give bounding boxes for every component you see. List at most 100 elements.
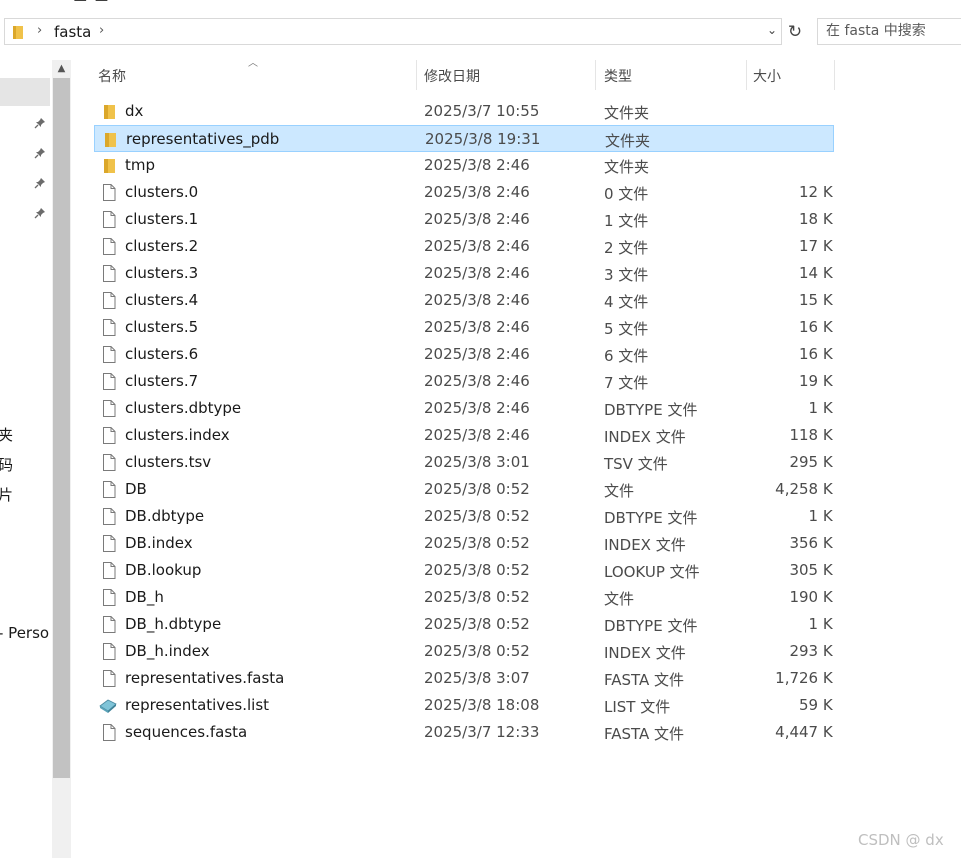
file-date: 2025/3/8 3:07 [424, 669, 530, 687]
table-row[interactable]: sequences.fasta 2025/3/7 12:33 FASTA 文件 4,4… [94, 719, 834, 746]
table-row[interactable]: clusters.5 2025/3/8 2:46 5 文件 16 KB [94, 314, 834, 341]
column-divider[interactable] [834, 60, 835, 90]
file-size: 295 KB [789, 453, 843, 471]
column-size[interactable]: 大小 [753, 66, 781, 86]
table-row[interactable]: DB.lookup 2025/3/8 0:52 LOOKUP 文件 305 KB [94, 557, 834, 584]
file-name[interactable]: DB_h.index [125, 642, 210, 660]
pin-icon[interactable] [34, 177, 46, 189]
search-box[interactable] [817, 18, 961, 45]
folder-icon [13, 26, 23, 39]
table-row[interactable]: clusters.7 2025/3/8 2:46 7 文件 19 KB [94, 368, 834, 395]
table-row[interactable]: DB.dbtype 2025/3/8 0:52 DBTYPE 文件 1 KB [94, 503, 834, 530]
file-icon [102, 535, 116, 552]
search-input[interactable] [818, 19, 961, 43]
chevron-right-icon[interactable]: › [99, 23, 104, 38]
pin-icon[interactable] [34, 207, 46, 219]
nav-item-label[interactable]: - Perso [0, 624, 49, 642]
file-name[interactable]: clusters.dbtype [125, 399, 241, 417]
breadcrumb-fasta[interactable]: fasta [54, 23, 91, 41]
table-row[interactable]: dx 2025/3/7 10:55 文件夹 [94, 98, 834, 125]
file-name[interactable]: clusters.4 [125, 291, 198, 309]
file-name[interactable]: clusters.7 [125, 372, 198, 390]
chevron-right-icon[interactable]: › [37, 23, 42, 38]
file-name[interactable]: clusters.0 [125, 183, 198, 201]
table-row[interactable]: clusters.4 2025/3/8 2:46 4 文件 15 KB [94, 287, 834, 314]
file-type: FASTA 文件 [604, 671, 685, 689]
table-row[interactable]: clusters.3 2025/3/8 2:46 3 文件 14 KB [94, 260, 834, 287]
file-size: 190 KB [789, 588, 843, 606]
file-type: 4 文件 [604, 293, 649, 311]
file-name[interactable]: DB.lookup [125, 561, 201, 579]
table-row[interactable]: representatives.fasta 2025/3/8 3:07 FASTA … [94, 665, 834, 692]
file-date: 2025/3/8 2:46 [424, 210, 530, 228]
table-row[interactable]: clusters.0 2025/3/8 2:46 0 文件 12 KB [94, 179, 834, 206]
refresh-icon[interactable]: ↻ [786, 22, 804, 42]
file-icon [102, 265, 116, 282]
file-name[interactable]: clusters.5 [125, 318, 198, 336]
column-divider[interactable] [595, 60, 596, 90]
table-row-selected[interactable]: representatives_pdb 2025/3/8 19:31 文件夹 [94, 125, 834, 152]
table-row[interactable]: representatives.list 2025/3/8 18:08 LIST 文… [94, 692, 834, 719]
file-name[interactable]: DB [125, 480, 147, 498]
table-row[interactable]: tmp 2025/3/8 2:46 文件夹 [94, 152, 834, 179]
table-row[interactable]: DB 2025/3/8 0:52 文件 4,258 KB [94, 476, 834, 503]
table-row[interactable]: clusters.dbtype 2025/3/8 2:46 DBTYPE 文件 1 K… [94, 395, 834, 422]
nav-item-label[interactable]: 片 [0, 484, 13, 505]
file-date: 2025/3/8 0:52 [424, 507, 530, 525]
nav-item-label[interactable]: 夹 [0, 424, 13, 445]
file-icon [102, 319, 116, 336]
file-size: 305 KB [789, 561, 843, 579]
file-name[interactable]: DB_h [125, 588, 164, 606]
top-fragment: · · — — [20, 0, 108, 8]
scroll-thumb[interactable] [53, 78, 70, 778]
column-divider[interactable] [746, 60, 747, 90]
table-row[interactable]: clusters.1 2025/3/8 2:46 1 文件 18 KB [94, 206, 834, 233]
file-type: FASTA 文件 [604, 725, 685, 743]
pin-icon[interactable] [34, 117, 46, 129]
nav-scrollbar[interactable]: ▲ [52, 60, 71, 858]
file-name[interactable]: representatives_pdb [126, 130, 279, 148]
file-name[interactable]: DB.index [125, 534, 193, 552]
chevron-down-icon[interactable]: ⌄ [767, 23, 781, 41]
file-icon [102, 373, 116, 390]
table-row[interactable]: clusters.tsv 2025/3/8 3:01 TSV 文件 295 KB [94, 449, 834, 476]
file-size: 1,726 KB [775, 669, 843, 687]
file-date: 2025/3/7 12:33 [424, 723, 540, 741]
file-name[interactable]: sequences.fasta [125, 723, 247, 741]
file-name[interactable]: clusters.tsv [125, 453, 211, 471]
column-name[interactable]: 名称 [98, 66, 126, 86]
file-name[interactable]: clusters.3 [125, 264, 198, 282]
file-name[interactable]: dx [125, 102, 143, 120]
file-size: 16 KB [799, 318, 843, 336]
nav-item-label[interactable]: 码 [0, 454, 13, 475]
file-name[interactable]: DB.dbtype [125, 507, 204, 525]
file-date: 2025/3/8 2:46 [424, 372, 530, 390]
file-type: 文件夹 [604, 104, 650, 122]
scroll-up-arrow-icon[interactable]: ▲ [52, 60, 71, 78]
address-bar[interactable]: › fasta › ⌄ [4, 18, 782, 45]
file-name[interactable]: clusters.1 [125, 210, 198, 228]
nav-item-selected[interactable] [0, 78, 50, 106]
file-name[interactable]: tmp [125, 156, 155, 174]
file-name[interactable]: representatives.fasta [125, 669, 284, 687]
table-row[interactable]: clusters.6 2025/3/8 2:46 6 文件 16 KB [94, 341, 834, 368]
table-row[interactable]: DB_h.dbtype 2025/3/8 0:52 DBTYPE 文件 1 KB [94, 611, 834, 638]
file-name[interactable]: clusters.2 [125, 237, 198, 255]
column-divider[interactable] [416, 60, 417, 90]
column-type[interactable]: 类型 [604, 66, 632, 86]
table-row[interactable]: clusters.index 2025/3/8 2:46 INDEX 文件 118 K… [94, 422, 834, 449]
table-row[interactable]: DB_h 2025/3/8 0:52 文件 190 KB [94, 584, 834, 611]
table-row[interactable]: DB.index 2025/3/8 0:52 INDEX 文件 356 KB [94, 530, 834, 557]
file-size: 19 KB [799, 372, 843, 390]
file-name[interactable]: clusters.index [125, 426, 230, 444]
file-icon [102, 643, 116, 660]
file-name[interactable]: clusters.6 [125, 345, 198, 363]
sort-ascending-icon: ︿ [248, 58, 258, 69]
file-name[interactable]: representatives.list [125, 696, 269, 714]
table-row[interactable]: clusters.2 2025/3/8 2:46 2 文件 17 KB [94, 233, 834, 260]
file-size: 14 KB [799, 264, 843, 282]
file-name[interactable]: DB_h.dbtype [125, 615, 221, 633]
table-row[interactable]: DB_h.index 2025/3/8 0:52 INDEX 文件 293 KB [94, 638, 834, 665]
column-date[interactable]: 修改日期 [424, 66, 480, 86]
pin-icon[interactable] [34, 147, 46, 159]
